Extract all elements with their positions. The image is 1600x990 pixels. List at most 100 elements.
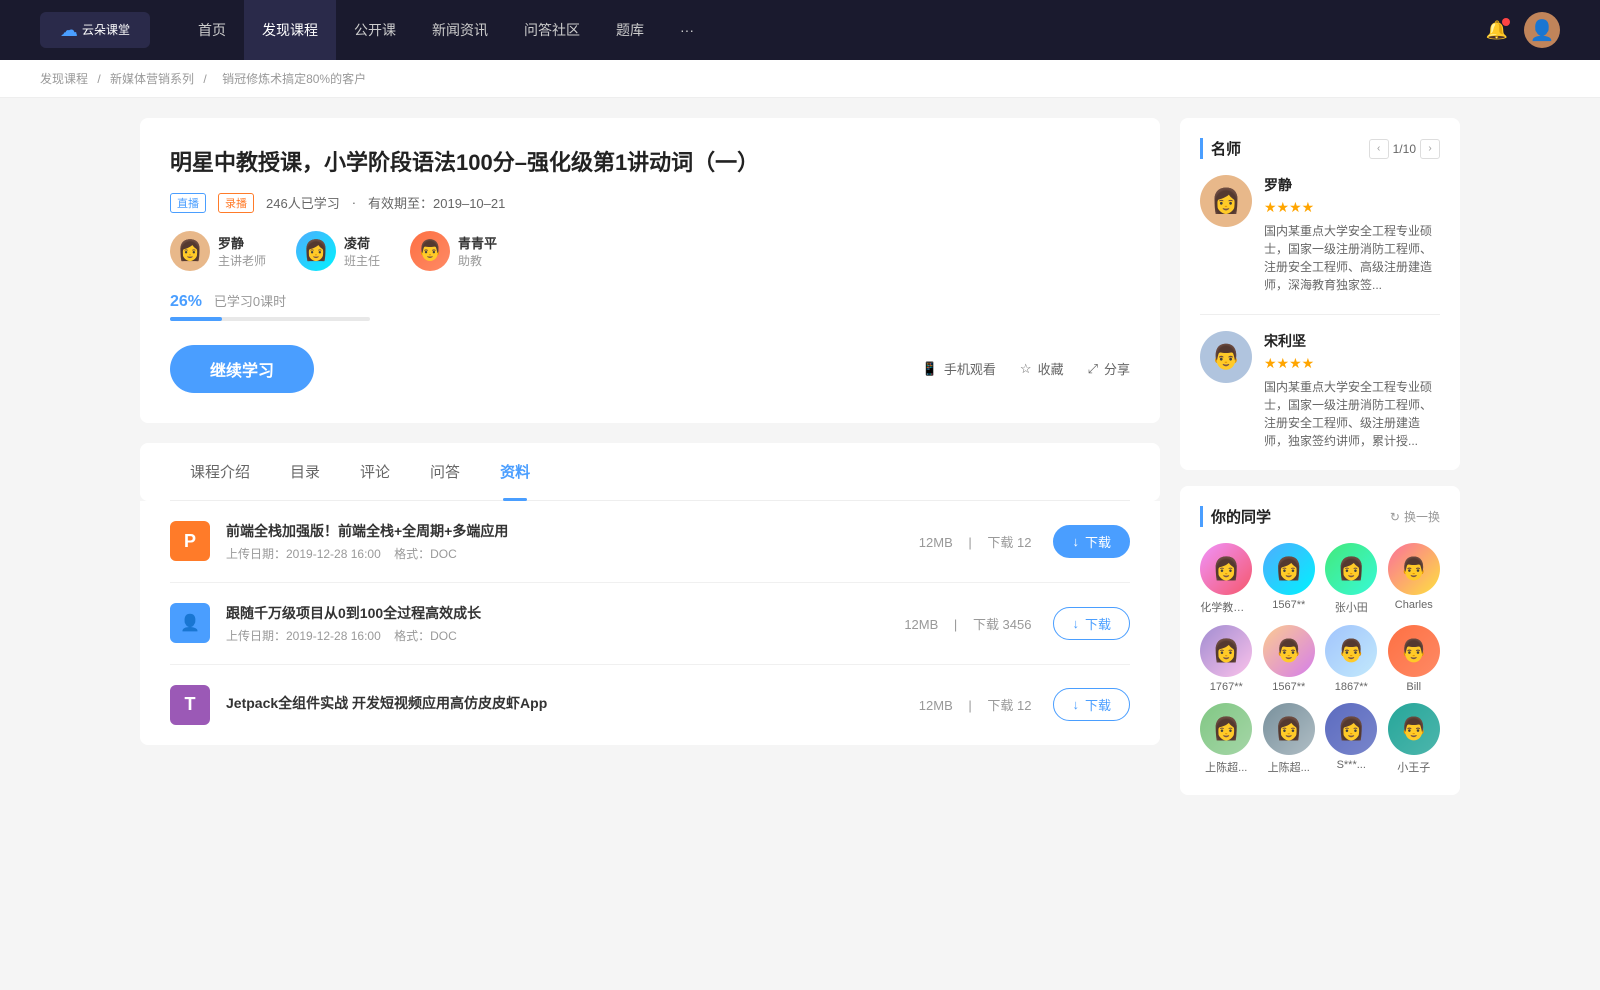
breadcrumb-series[interactable]: 新媒体营销系列 <box>110 72 194 86</box>
progress-bar-fill <box>170 317 222 321</box>
refresh-button[interactable]: ↻ 换一换 <box>1390 508 1440 525</box>
logo-text: 云朵课堂 <box>82 23 130 37</box>
resource-2-meta: 上传日期：2019-12-28 16:00 格式：DOC <box>226 627 882 644</box>
nav-news[interactable]: 新闻资讯 <box>414 0 506 60</box>
classmate-11[interactable]: 👩 S***... <box>1325 703 1378 775</box>
student-count: 246人已学习 <box>266 193 340 212</box>
teachers-panel-header: 名师 ‹ 1/10 › <box>1200 138 1440 159</box>
teachers-prev-button[interactable]: ‹ <box>1369 139 1389 159</box>
teacher-1: 👩 罗静 主讲老师 <box>170 231 266 271</box>
continue-learning-button[interactable]: 继续学习 <box>170 345 314 393</box>
badge-live: 直播 <box>170 193 206 213</box>
teachers-next-button[interactable]: › <box>1420 139 1440 159</box>
classmate-2-avatar: 👩 <box>1263 543 1315 595</box>
classmate-5[interactable]: 👩 1767** <box>1200 625 1253 693</box>
teacher-3-role: 助教 <box>458 252 497 269</box>
mobile-icon: 📱 <box>922 361 938 377</box>
resource-1-icon: P <box>170 521 210 561</box>
classmate-7-name: 1867** <box>1335 681 1368 693</box>
right-teacher-1-desc: 国内某重点大学安全工程专业硕士，国家一级注册消防工程师、注册安全工程师、高级注册… <box>1264 222 1440 294</box>
teacher-divider <box>1200 314 1440 315</box>
classmate-6[interactable]: 👨 1567** <box>1263 625 1316 693</box>
nav-home[interactable]: 首页 <box>180 0 244 60</box>
classmate-1[interactable]: 👩 化学教书... <box>1200 543 1253 615</box>
action-row: 继续学习 📱 手机观看 ☆ 收藏 ⤢ 分享 <box>170 345 1130 393</box>
course-card: 明星中教授课，小学阶段语法100分–强化级第1讲动词（一） 直播 录播 246人… <box>140 118 1160 423</box>
classmate-8-avatar: 👨 <box>1388 625 1440 677</box>
nav-quiz[interactable]: 题库 <box>598 0 662 60</box>
breadcrumb-discover[interactable]: 发现课程 <box>40 72 88 86</box>
share-button[interactable]: ⤢ 分享 <box>1088 359 1130 378</box>
classmate-7[interactable]: 👨 1867** <box>1325 625 1378 693</box>
resource-1-title: 前端全栈加强版！前端全栈+全周期+多端应用 <box>226 521 897 541</box>
collect-button[interactable]: ☆ 收藏 <box>1020 359 1064 378</box>
notification-bell-icon[interactable]: 🔔 <box>1486 20 1508 41</box>
star-icon: ☆ <box>1020 361 1032 377</box>
teacher-3-name: 青青平 <box>458 233 497 252</box>
classmate-11-avatar: 👩 <box>1325 703 1377 755</box>
classmate-2[interactable]: 👩 1567** <box>1263 543 1316 615</box>
user-avatar[interactable]: 👤 <box>1524 12 1560 48</box>
nav-discover[interactable]: 发现课程 <box>244 0 336 60</box>
classmate-8-name: Bill <box>1406 681 1421 693</box>
nav-open[interactable]: 公开课 <box>336 0 414 60</box>
classmate-4-name: Charles <box>1395 599 1433 611</box>
classmate-3-avatar: 👩 <box>1325 543 1377 595</box>
classmate-5-name: 1767** <box>1210 681 1243 693</box>
classmate-4[interactable]: 👨 Charles <box>1388 543 1441 615</box>
classmate-3[interactable]: 👩 张小田 <box>1325 543 1378 615</box>
classmate-10-name: 上陈超... <box>1268 759 1310 775</box>
classmate-10[interactable]: 👩 上陈超... <box>1263 703 1316 775</box>
resource-2-download-button[interactable]: ↓ 下载 <box>1053 607 1130 640</box>
resource-2-info: 跟随千万级项目从0到100全过程高效成长 上传日期：2019-12-28 16:… <box>226 603 882 644</box>
teachers-panel: 名师 ‹ 1/10 › 👩 罗静 ★★★★ 国内某重点大学安全工程专业硕士，国家… <box>1180 118 1460 470</box>
tab-intro[interactable]: 课程介绍 <box>170 443 270 500</box>
classmate-9[interactable]: 👩 上陈超... <box>1200 703 1253 775</box>
classmate-10-avatar: 👩 <box>1263 703 1315 755</box>
nav-more[interactable]: ··· <box>662 0 712 60</box>
tab-resource[interactable]: 资料 <box>480 443 550 500</box>
logo-area[interactable]: ☁ 云朵课堂 <box>40 12 150 48</box>
tab-review[interactable]: 评论 <box>340 443 410 500</box>
right-panel: 名师 ‹ 1/10 › 👩 罗静 ★★★★ 国内某重点大学安全工程专业硕士，国家… <box>1180 118 1460 795</box>
tabs-card: 课程介绍 目录 评论 问答 资料 <box>140 443 1160 501</box>
share-icon: ⤢ <box>1088 361 1098 377</box>
progress-percent: 26% <box>170 293 202 310</box>
action-buttons: 📱 手机观看 ☆ 收藏 ⤢ 分享 <box>922 359 1130 378</box>
resource-list: P 前端全栈加强版！前端全栈+全周期+多端应用 上传日期：2019-12-28 … <box>140 501 1160 745</box>
classmate-3-name: 张小田 <box>1335 599 1368 615</box>
teacher-1-avatar: 👩 <box>170 231 210 271</box>
tab-catalog[interactable]: 目录 <box>270 443 340 500</box>
teachers-panel-title: 名师 <box>1200 138 1241 159</box>
tab-qa[interactable]: 问答 <box>410 443 480 500</box>
course-title: 明星中教授课，小学阶段语法100分–强化级第1讲动词（一） <box>170 148 1130 179</box>
mobile-watch-button[interactable]: 📱 手机观看 <box>922 359 996 378</box>
progress-bar <box>170 317 370 321</box>
resource-1-download-button[interactable]: ↓ 下载 <box>1053 525 1130 558</box>
nav-qa[interactable]: 问答社区 <box>506 0 598 60</box>
resource-3-download-button[interactable]: ↓ 下载 <box>1053 688 1130 721</box>
classmates-header: 你的同学 ↻ 换一换 <box>1200 506 1440 527</box>
teachers-nav: ‹ 1/10 › <box>1369 139 1440 159</box>
teachers-page: 1/10 <box>1393 142 1416 156</box>
logo: ☁ 云朵课堂 <box>40 12 150 48</box>
nav-right: 🔔 👤 <box>1486 12 1560 48</box>
resource-3-stats: 12MB | 下载 12 <box>913 695 1038 714</box>
dot-sep: · <box>352 195 356 210</box>
classmate-1-avatar: 👩 <box>1200 543 1252 595</box>
classmate-11-name: S***... <box>1337 759 1366 771</box>
resource-2-icon: 👤 <box>170 603 210 643</box>
right-teacher-2-name: 宋利坚 <box>1264 331 1440 351</box>
progress-sub: 已学习0课时 <box>214 294 286 309</box>
teacher-2-avatar: 👩 <box>296 231 336 271</box>
resource-2-title: 跟随千万级项目从0到100全过程高效成长 <box>226 603 882 623</box>
classmate-12[interactable]: 👨 小王子 <box>1388 703 1441 775</box>
classmates-grid: 👩 化学教书... 👩 1567** 👩 张小田 👨 Charles 👩 <box>1200 543 1440 775</box>
teacher-1-name: 罗静 <box>218 233 266 252</box>
classmate-8[interactable]: 👨 Bill <box>1388 625 1441 693</box>
main-wrap: 明星中教授课，小学阶段语法100分–强化级第1讲动词（一） 直播 录播 246人… <box>100 98 1500 815</box>
right-teacher-2-info: 宋利坚 ★★★★ 国内某重点大学安全工程专业硕士，国家一级注册消防工程师、注册安… <box>1264 331 1440 450</box>
progress-area: 26% 已学习0课时 <box>170 291 1130 321</box>
right-teacher-1-stars: ★★★★ <box>1264 199 1440 216</box>
resource-item-1: P 前端全栈加强版！前端全栈+全周期+多端应用 上传日期：2019-12-28 … <box>170 501 1130 583</box>
